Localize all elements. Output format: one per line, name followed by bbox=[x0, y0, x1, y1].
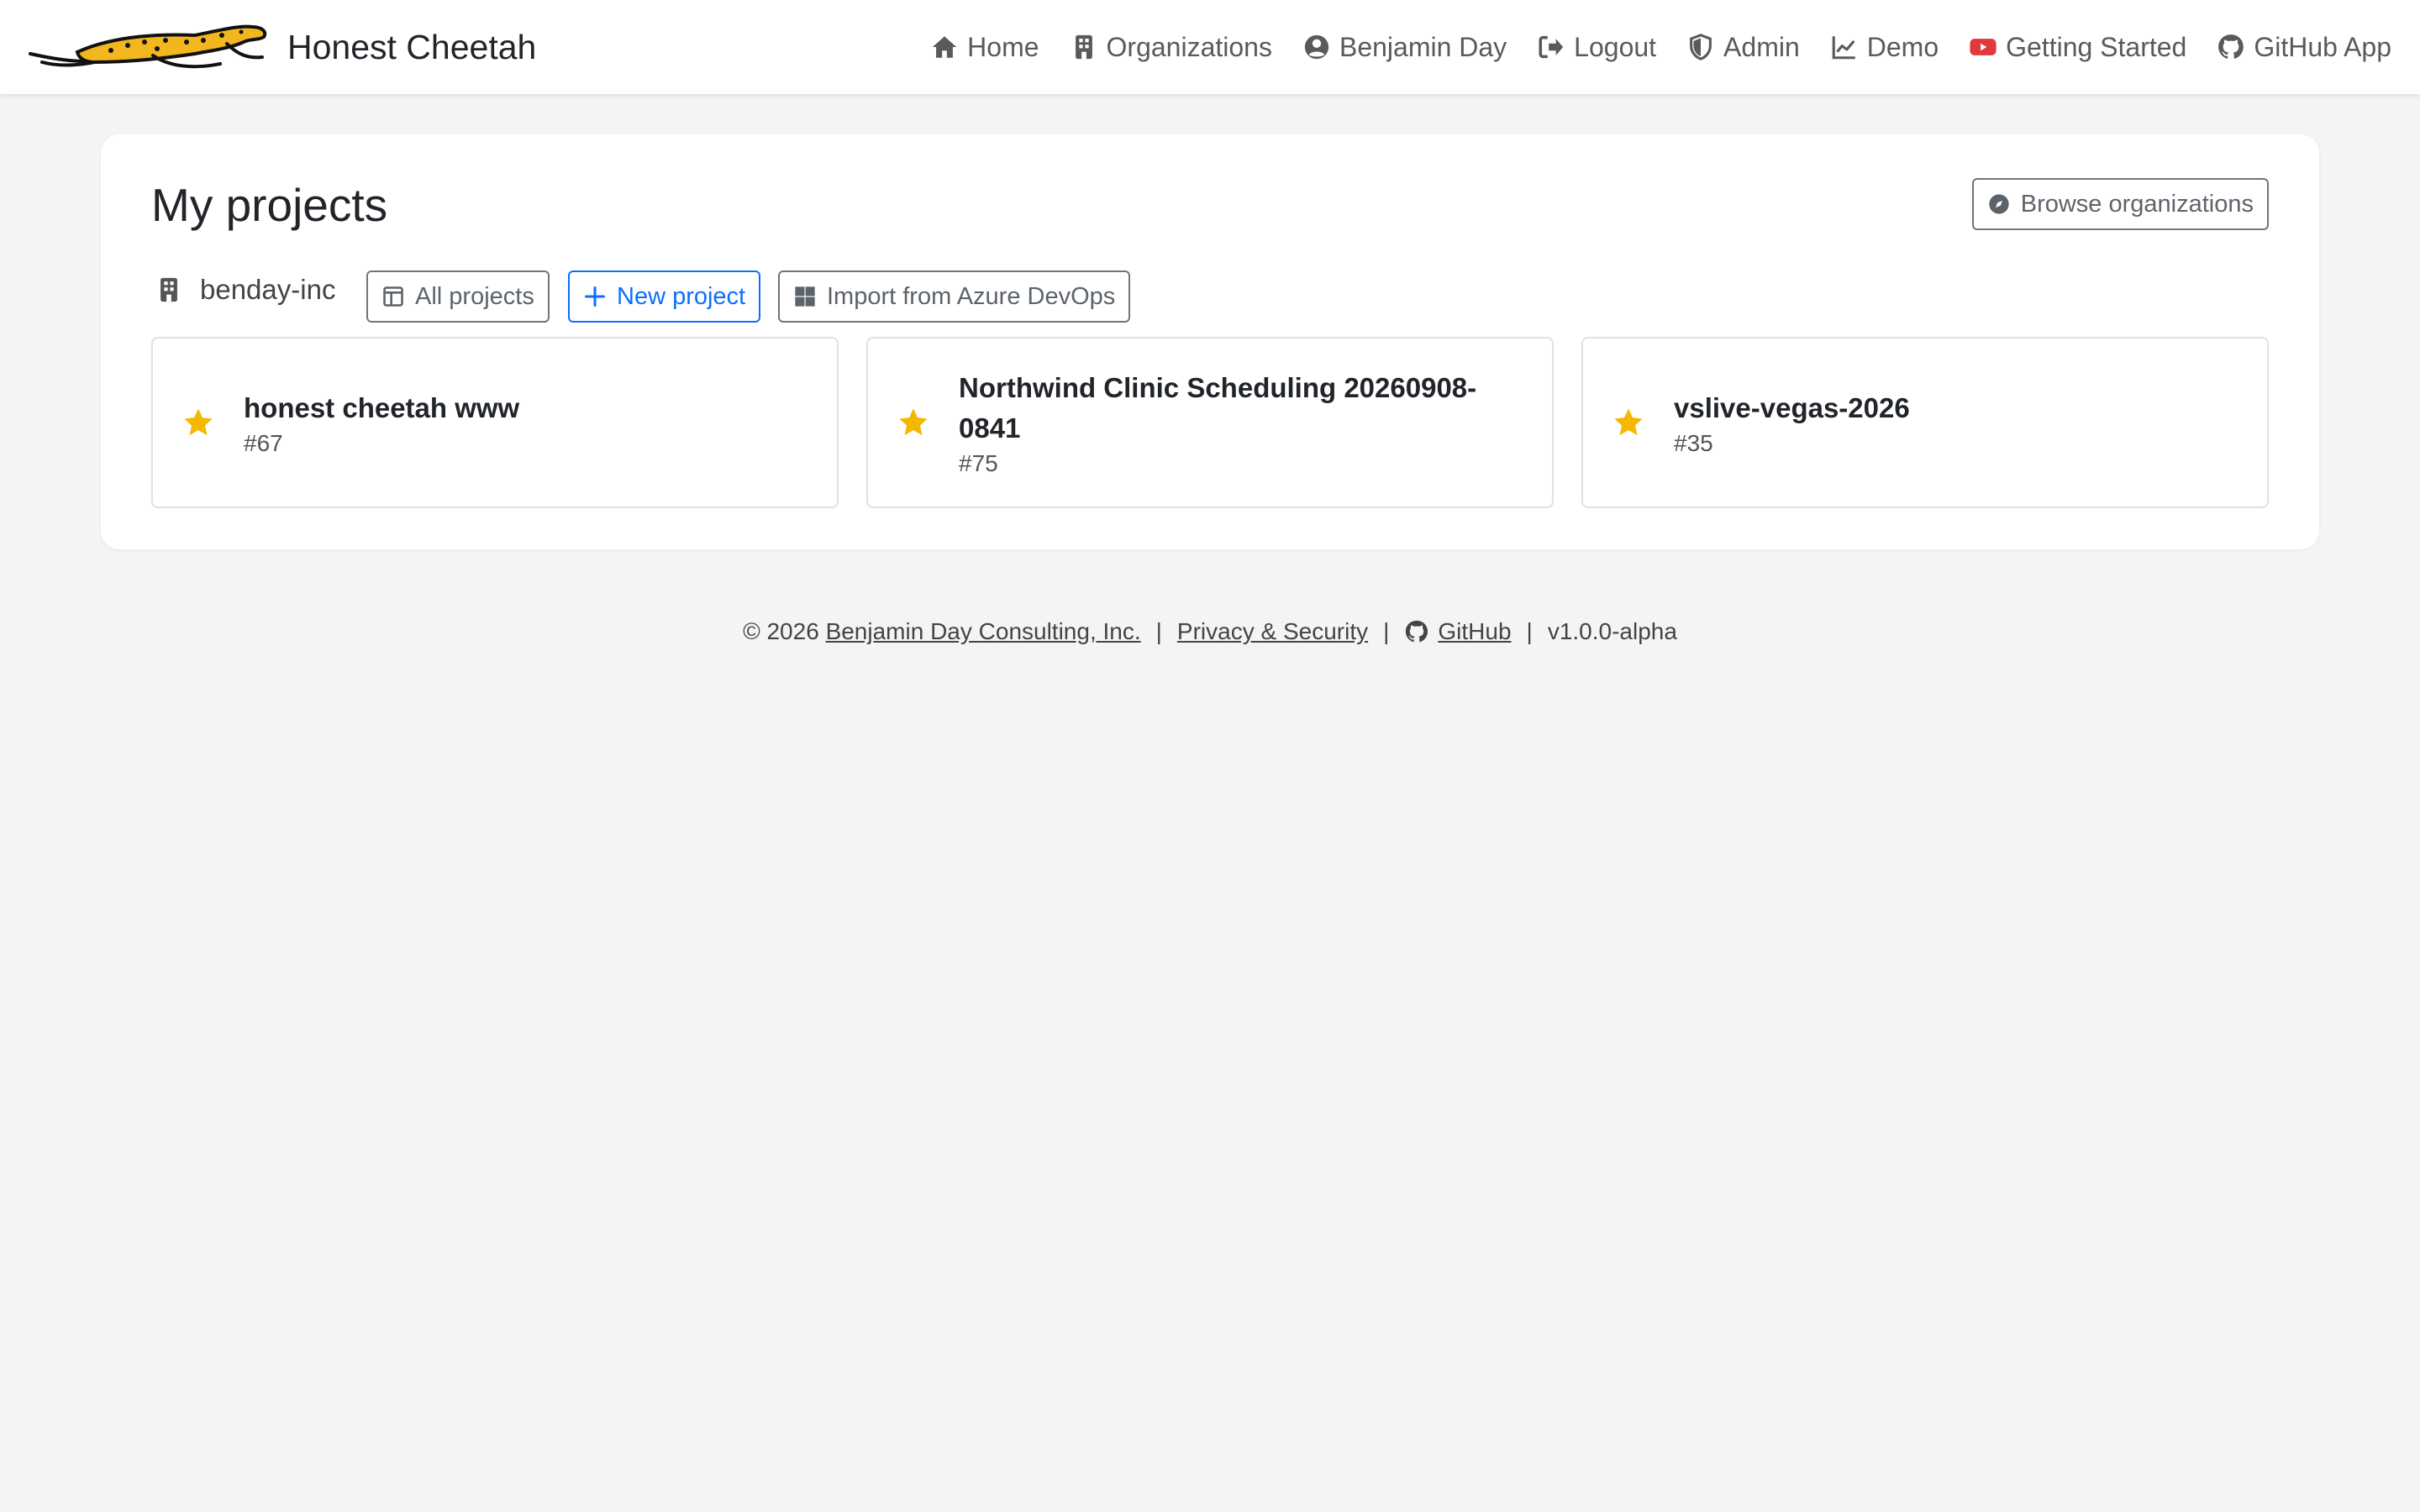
page-title: My projects bbox=[151, 179, 388, 231]
new-project-label: New project bbox=[617, 282, 746, 310]
nav-organizations[interactable]: Organizations bbox=[1070, 32, 1272, 63]
footer-separator: | bbox=[1155, 618, 1162, 644]
project-name[interactable]: Northwind Clinic Scheduling 20260908-084… bbox=[959, 368, 1513, 449]
star-icon[interactable] bbox=[1612, 406, 1645, 439]
import-azure-devops-label: Import from Azure DevOps bbox=[827, 282, 1116, 310]
nav-organizations-label: Organizations bbox=[1106, 31, 1272, 62]
footer-separator: | bbox=[1383, 618, 1390, 644]
nav-getting-started-label: Getting Started bbox=[2006, 31, 2187, 62]
home-icon bbox=[933, 36, 957, 58]
github-icon bbox=[1406, 620, 1428, 643]
windows-grid-icon bbox=[795, 286, 815, 307]
nav-logout-label: Logout bbox=[1574, 31, 1657, 62]
browse-organizations-button[interactable]: Browse organizations bbox=[1971, 178, 2269, 230]
project-name[interactable]: honest cheetah www bbox=[244, 388, 798, 428]
nav-user-label: Benjamin Day bbox=[1339, 31, 1507, 62]
nav-demo[interactable]: Demo bbox=[1830, 32, 1939, 63]
project-number: #75 bbox=[959, 450, 998, 476]
nav-admin[interactable]: Admin bbox=[1686, 32, 1800, 63]
footer-version: v1.0.0-alpha bbox=[1547, 618, 1677, 644]
logout-icon bbox=[1539, 35, 1564, 59]
nav-getting-started[interactable]: Getting Started bbox=[1969, 32, 2186, 63]
youtube-icon bbox=[1970, 39, 1996, 55]
project-number: #35 bbox=[1674, 430, 1713, 456]
project-info: honest cheetah www #67 bbox=[244, 388, 798, 457]
project-number: #67 bbox=[244, 430, 283, 456]
navbar: Honest Cheetah Home Organizations Benjam… bbox=[0, 0, 2420, 94]
nav-home-label: Home bbox=[967, 31, 1039, 62]
nav-menu: Home Organizations Benjamin Day Logout A… bbox=[930, 32, 2391, 63]
user-circle-icon bbox=[1304, 34, 1329, 60]
all-projects-button[interactable]: All projects bbox=[366, 270, 550, 323]
all-projects-label: All projects bbox=[415, 282, 534, 310]
org-heading: benday-inc bbox=[155, 274, 335, 306]
new-project-button[interactable]: New project bbox=[568, 270, 761, 323]
nav-logout[interactable]: Logout bbox=[1537, 32, 1656, 63]
nav-home[interactable]: Home bbox=[930, 32, 1039, 63]
footer-separator: | bbox=[1526, 618, 1533, 644]
github-icon bbox=[2218, 34, 2244, 59]
footer: © 2026 Benjamin Day Consulting, Inc. | P… bbox=[0, 618, 2420, 645]
star-icon[interactable] bbox=[182, 406, 215, 439]
star-icon[interactable] bbox=[897, 406, 930, 439]
project-card[interactable]: Northwind Clinic Scheduling 20260908-084… bbox=[866, 337, 1554, 508]
projects-card: My projects Browse organizations benday-… bbox=[101, 134, 2319, 549]
footer-copyright: © 2026 bbox=[743, 618, 819, 644]
footer-company-link[interactable]: Benjamin Day Consulting, Inc. bbox=[826, 618, 1141, 645]
brand-name: Honest Cheetah bbox=[287, 27, 537, 66]
browse-organizations-label: Browse organizations bbox=[2020, 190, 2254, 218]
import-azure-devops-button[interactable]: Import from Azure DevOps bbox=[778, 270, 1131, 323]
project-info: vslive-vegas-2026 #35 bbox=[1674, 388, 2228, 457]
project-name[interactable]: vslive-vegas-2026 bbox=[1674, 388, 2228, 428]
project-card[interactable]: vslive-vegas-2026 #35 bbox=[1581, 337, 2269, 508]
nav-github-app[interactable]: GitHub App bbox=[2217, 32, 2391, 63]
layout-columns-icon bbox=[383, 286, 403, 307]
nav-github-app-label: GitHub App bbox=[2254, 31, 2391, 62]
project-card[interactable]: honest cheetah www #67 bbox=[151, 337, 839, 508]
chart-line-icon bbox=[1832, 36, 1855, 60]
nav-demo-label: Demo bbox=[1866, 31, 1939, 62]
project-info: Northwind Clinic Scheduling 20260908-084… bbox=[959, 368, 1513, 477]
cheetah-logo-icon bbox=[29, 24, 267, 69]
shield-icon bbox=[1690, 34, 1712, 60]
footer-github-link[interactable]: GitHub bbox=[1438, 618, 1511, 645]
nav-admin-label: Admin bbox=[1723, 31, 1800, 62]
nav-user[interactable]: Benjamin Day bbox=[1302, 32, 1507, 63]
plus-icon bbox=[584, 286, 606, 307]
compass-icon bbox=[1989, 194, 2009, 214]
building-icon bbox=[160, 277, 177, 302]
brand-link[interactable]: Honest Cheetah bbox=[27, 22, 536, 72]
footer-privacy-link[interactable]: Privacy & Security bbox=[1177, 618, 1368, 645]
building-icon bbox=[1075, 34, 1092, 60]
org-name: benday-inc bbox=[200, 274, 336, 305]
